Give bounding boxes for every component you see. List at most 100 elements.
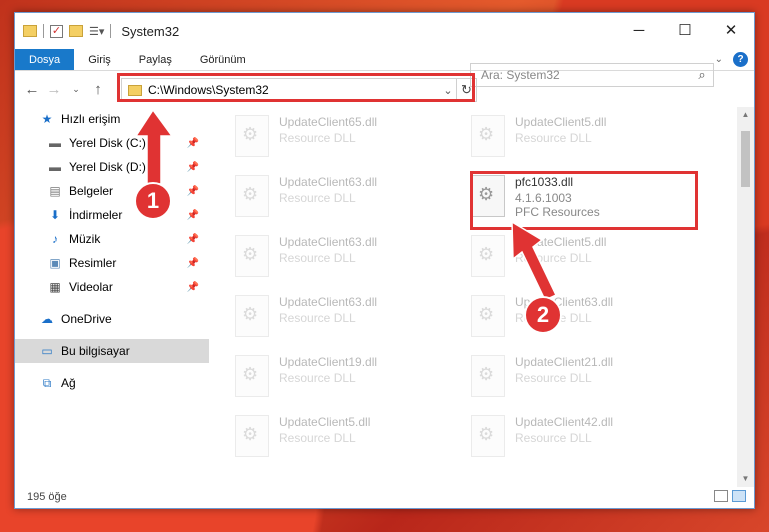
- recent-locations-icon[interactable]: ⌄: [65, 84, 87, 95]
- sidebar-item-this-pc[interactable]: ▭ Bu bilgisayar: [15, 339, 209, 363]
- sidebar-item-label: Hızlı erişim: [61, 112, 121, 126]
- pin-icon: 📌: [186, 137, 199, 149]
- sidebar-item-label: Ağ: [61, 376, 76, 390]
- tiles-view-icon[interactable]: [732, 490, 746, 502]
- list-item[interactable]: UpdateClient65.dll Resource DLL: [235, 115, 445, 165]
- sidebar-item-videos[interactable]: ▦ Videolar 📌: [15, 275, 209, 299]
- drive-icon: ▬: [49, 136, 61, 150]
- tab-file[interactable]: Dosya: [15, 49, 75, 70]
- file-type: Resource DLL: [515, 371, 592, 385]
- file-type: Resource DLL: [279, 191, 356, 205]
- callout-two: 2: [524, 296, 562, 334]
- file-type: Resource DLL: [515, 251, 592, 265]
- file-type: Resource DLL: [279, 371, 356, 385]
- list-item[interactable]: UpdateClient63.dll Resource DLL: [235, 295, 445, 345]
- list-item[interactable]: UpdateClient21.dll Resource DLL: [471, 355, 681, 405]
- scroll-down-icon[interactable]: ▼: [737, 471, 754, 487]
- sidebar-item-pictures[interactable]: ▣ Resimler 📌: [15, 251, 209, 275]
- sidebar-item-onedrive[interactable]: ☁ OneDrive: [15, 307, 209, 331]
- forward-button[interactable]: →: [43, 81, 65, 98]
- address-path[interactable]: C:\Windows\System32: [148, 83, 440, 97]
- list-item-pfc1033[interactable]: pfc1033.dll 4.1.6.1003PFC Resources: [471, 175, 681, 225]
- folder-icon: [128, 84, 142, 96]
- tab-view[interactable]: Görünüm: [186, 49, 260, 70]
- dll-file-icon: [235, 295, 269, 337]
- network-icon: ⧉: [42, 375, 52, 390]
- dll-file-icon: [235, 115, 269, 157]
- documents-icon: ▤: [49, 184, 61, 198]
- pin-icon: 📌: [186, 257, 199, 269]
- list-item[interactable]: UpdateClient63.dllResource DLL: [471, 295, 681, 345]
- file-name: UpdateClient5.dll: [515, 235, 607, 249]
- new-folder-icon[interactable]: [69, 25, 83, 37]
- sidebar-item-label: Belgeler: [69, 184, 114, 198]
- sidebar-item-label: Yerel Disk (D:): [69, 160, 146, 174]
- sidebar-item-label: İndirmeler: [69, 208, 123, 222]
- sidebar-item-quick-access[interactable]: ★ Hızlı erişim: [15, 107, 209, 131]
- quick-access-toolbar: ✓ ☰▾: [23, 24, 112, 38]
- file-name: UpdateClient65.dll: [279, 115, 378, 129]
- sidebar-item-label: Yerel Disk (C:): [69, 136, 146, 150]
- search-icon[interactable]: ⌕: [691, 67, 713, 83]
- dll-file-icon: [235, 175, 269, 217]
- vertical-scrollbar[interactable]: ▲ ▼: [737, 107, 754, 487]
- title-bar: ✓ ☰▾ System32 ─ ☐ ✕: [15, 13, 754, 49]
- properties-icon[interactable]: ✓: [50, 24, 63, 38]
- list-item[interactable]: UpdateClient5.dll Resource DLL: [235, 415, 445, 465]
- pin-icon: 📌: [186, 209, 199, 221]
- pictures-icon: ▣: [49, 256, 61, 270]
- pin-icon: 📌: [186, 161, 199, 173]
- file-name: UpdateClient5.dll: [279, 415, 371, 429]
- sidebar-item-network[interactable]: ⧉ Ağ: [15, 371, 209, 395]
- details-view-icon[interactable]: [714, 490, 728, 502]
- status-bar: 195 öğe: [15, 486, 754, 508]
- close-button[interactable]: ✕: [708, 13, 754, 47]
- back-button[interactable]: ←: [21, 81, 43, 98]
- file-version: 4.1.6.1003: [515, 191, 572, 205]
- dll-file-icon: [235, 235, 269, 277]
- navigation-pane: ★ Hızlı erişim ▬ Yerel Disk (C:) 📌 ▬ Yer…: [15, 107, 209, 487]
- list-item[interactable]: UpdateClient63.dllResource DLL: [235, 175, 445, 225]
- list-item[interactable]: UpdateClient42.dll Resource DLL: [471, 415, 681, 465]
- chevron-down-icon[interactable]: ⌄: [440, 84, 456, 97]
- maximize-button[interactable]: ☐: [662, 13, 708, 47]
- sidebar-item-documents[interactable]: ▤ Belgeler 📌: [15, 179, 209, 203]
- dll-file-icon: [235, 355, 269, 397]
- pin-icon: 📌: [186, 233, 199, 245]
- list-item[interactable]: UpdateClient19.dll Resource DLL: [235, 355, 445, 405]
- dll-file-icon: [471, 415, 505, 457]
- file-type: Resource DLL: [279, 311, 356, 325]
- dll-file-icon: [471, 115, 505, 157]
- scroll-up-icon[interactable]: ▲: [737, 107, 754, 123]
- download-icon: ⬇: [49, 208, 61, 222]
- sidebar-item-music[interactable]: ♪ Müzik 📌: [15, 227, 209, 251]
- sidebar-item-downloads[interactable]: ⬇ İndirmeler 📌: [15, 203, 209, 227]
- scrollbar-thumb[interactable]: [741, 131, 750, 187]
- list-item[interactable]: UpdateClient5.dll Resource DLL: [471, 115, 681, 165]
- sidebar-item-disk-c[interactable]: ▬ Yerel Disk (C:) 📌: [15, 131, 209, 155]
- file-name: UpdateClient63.dll: [279, 295, 378, 309]
- list-item[interactable]: UpdateClient63.dllResource DLL: [235, 235, 445, 285]
- help-icon[interactable]: ?: [733, 52, 748, 67]
- file-name: UpdateClient42.dll: [515, 415, 614, 429]
- sidebar-item-label: Resimler: [69, 256, 117, 270]
- tab-share[interactable]: Paylaş: [125, 49, 186, 70]
- list-item[interactable]: UpdateClient5.dll Resource DLL: [471, 235, 681, 285]
- folder-icon[interactable]: [23, 25, 37, 37]
- dll-file-icon: [471, 355, 505, 397]
- up-button[interactable]: ↑: [87, 81, 109, 98]
- dll-file-icon: [235, 415, 269, 457]
- divider: [43, 24, 44, 38]
- expand-ribbon-icon[interactable]: ⌄: [715, 54, 723, 65]
- dll-file-icon: [471, 175, 505, 217]
- customize-toolbar-icon[interactable]: ☰▾: [89, 25, 104, 38]
- file-name: pfc1033.dll: [515, 175, 574, 189]
- sidebar-item-disk-d[interactable]: ▬ Yerel Disk (D:) 📌: [15, 155, 209, 179]
- file-type: Resource DLL: [515, 131, 592, 145]
- minimize-button[interactable]: ─: [616, 13, 662, 47]
- window-title: System32: [121, 23, 180, 39]
- tab-home[interactable]: Giriş: [74, 49, 125, 70]
- search-input[interactable]: Ara: System32: [481, 68, 691, 82]
- search-box[interactable]: Ara: System32 ⌕: [470, 63, 714, 87]
- address-bar[interactable]: C:\Windows\System32 ⌄ ↻: [121, 78, 477, 102]
